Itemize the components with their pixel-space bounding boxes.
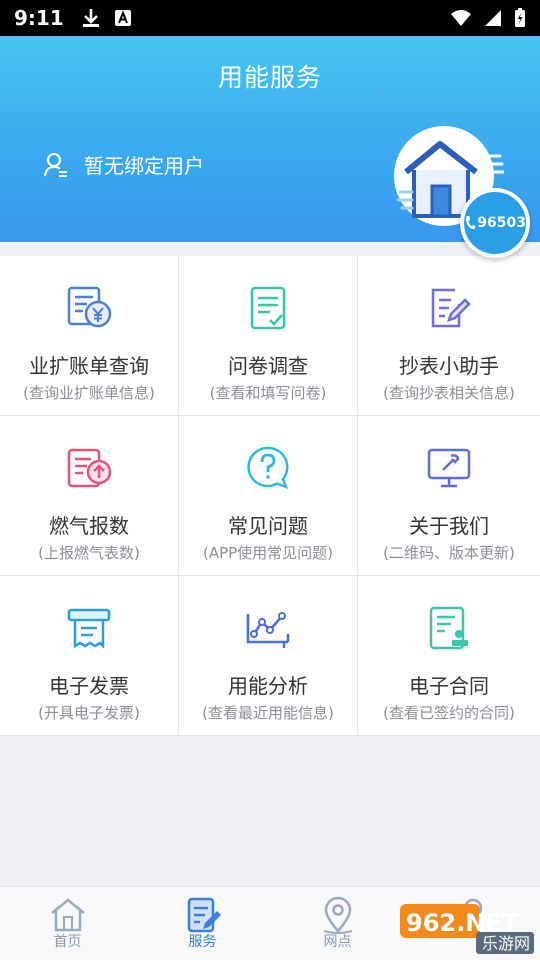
service-meter-assistant[interactable]: 抄表小助手 (查询抄表相关信息) — [358, 256, 540, 416]
battery-charging-icon — [515, 8, 525, 27]
service-bill-query[interactable]: 业扩账单查询 (查询业扩账单信息) — [0, 256, 179, 416]
user-icon — [44, 152, 67, 177]
questionnaire-icon — [250, 286, 286, 330]
service-energy-analysis[interactable]: 用能分析 (查看最近用能信息) — [179, 576, 358, 736]
service-subtitle: (二维码、版本更新) — [383, 544, 515, 562]
wifi-icon — [451, 10, 471, 26]
cellular-signal-icon — [485, 10, 501, 26]
service-title: 电子合同 — [409, 674, 489, 698]
watermark-logo: 962.NET 乐游网 — [400, 904, 534, 954]
tab-label: 服务 — [188, 934, 217, 950]
service-subtitle: (查询业扩账单信息) — [23, 384, 155, 402]
service-questionnaire[interactable]: 问卷调查 (查看和填写问卷) — [179, 256, 358, 416]
services-grid: 业扩账单查询 (查询业扩账单信息) 问卷调查 (查看和填写问卷) 抄表小助手 (… — [0, 256, 540, 736]
status-bar: 9:11 — [0, 0, 540, 36]
service-title: 用能分析 — [228, 674, 308, 698]
bill-yen-icon — [67, 286, 112, 328]
service-subtitle: (查询抄表相关信息) — [383, 384, 515, 402]
hotline-button[interactable]: 96503 — [460, 188, 530, 258]
tab-service[interactable]: 服务 — [135, 887, 270, 960]
home-icon — [50, 898, 85, 932]
page-title: 用能服务 — [217, 63, 322, 92]
service-subtitle: (查看最近用能信息) — [202, 704, 334, 722]
service-title: 关于我们 — [409, 514, 489, 538]
service-title: 业扩账单查询 — [29, 354, 149, 378]
service-subtitle: (上报燃气表数) — [38, 544, 140, 562]
watermark-text: 乐游网 — [482, 934, 530, 953]
service-e-contract[interactable]: 电子合同 (查看已签约的合同) — [358, 576, 540, 736]
phone-icon — [465, 215, 476, 230]
service-gas-report[interactable]: 燃气报数 (上报燃气表数) — [0, 416, 179, 576]
user-status-text: 暂无绑定用户 — [84, 154, 204, 178]
service-subtitle: (查看已签约的合同) — [383, 704, 515, 722]
gas-report-icon — [67, 448, 112, 488]
service-subtitle: (开具电子发票) — [38, 704, 140, 722]
service-title: 电子发票 — [49, 674, 129, 698]
invoice-icon — [67, 608, 111, 650]
service-e-invoice[interactable]: 电子发票 (开具电子发票) — [0, 576, 179, 736]
tab-home[interactable]: 首页 — [0, 887, 135, 960]
tab-label: 首页 — [53, 934, 82, 950]
analysis-chart-icon — [246, 612, 290, 648]
service-about-us[interactable]: 关于我们 (二维码、版本更新) — [358, 416, 540, 576]
service-title: 问卷调查 — [228, 354, 308, 378]
location-icon — [323, 896, 352, 934]
about-monitor-icon — [427, 448, 471, 488]
service-title: 抄表小助手 — [399, 354, 499, 378]
service-faq[interactable]: 常见问题 (APP使用常见问题) — [179, 416, 358, 576]
hotline-number: 96503 — [477, 215, 526, 231]
bind-user-row[interactable]: 暂无绑定用户 — [44, 150, 204, 179]
font-notification-icon — [114, 10, 131, 26]
tab-outlets[interactable]: 网点 — [270, 887, 405, 960]
header-banner: 用能服务 暂无绑定用户 — [0, 36, 540, 242]
meter-edit-icon — [431, 288, 471, 328]
faq-icon — [247, 446, 289, 490]
service-subtitle: (APP使用常见问题) — [202, 544, 334, 562]
download-icon — [82, 9, 99, 27]
service-icon — [187, 897, 221, 933]
service-subtitle: (查看和填写问卷) — [209, 384, 327, 402]
tab-label: 网点 — [323, 934, 352, 950]
status-time: 9:11 — [14, 6, 64, 30]
service-title: 燃气报数 — [49, 514, 129, 538]
contract-icon — [429, 606, 468, 650]
service-title: 常见问题 — [228, 514, 308, 538]
